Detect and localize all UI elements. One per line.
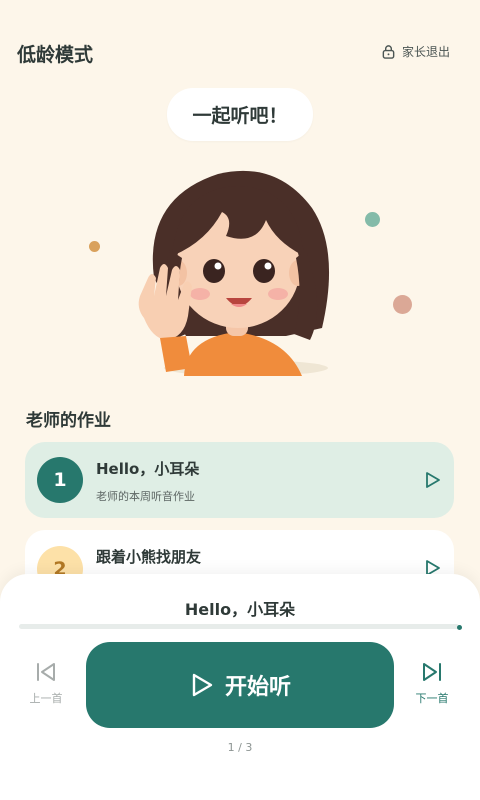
skip-previous-icon bbox=[37, 663, 55, 681]
player-panel: Hello，小耳朵 上一首 开始听 下一首 1 / 3 bbox=[0, 574, 480, 800]
now-playing-title: Hello，小耳朵 bbox=[184, 600, 296, 619]
start-listening-button[interactable]: 开始听 bbox=[86, 642, 394, 728]
decor-dot bbox=[89, 241, 100, 252]
play-icon[interactable] bbox=[425, 471, 441, 489]
parent-exit-label: 家长退出 bbox=[402, 45, 451, 59]
item-number-badge: 1 bbox=[37, 457, 83, 503]
skip-next-icon bbox=[423, 663, 441, 681]
progress-bar[interactable] bbox=[19, 624, 459, 629]
progress-handle[interactable] bbox=[457, 625, 462, 630]
lock-icon bbox=[382, 45, 395, 59]
page-title: 低龄模式 bbox=[17, 44, 94, 66]
next-label: 下一首 bbox=[415, 692, 449, 705]
play-icon bbox=[192, 673, 213, 697]
parent-exit-button[interactable]: 家长退出 bbox=[381, 43, 450, 60]
homework-item[interactable]: 1 Hello，小耳朵 老师的本周听音作业 bbox=[25, 442, 454, 518]
previous-button[interactable]: 上一首 bbox=[21, 660, 71, 706]
child-avatar-illustration bbox=[138, 170, 330, 376]
speech-bubble: 一起听吧！ bbox=[167, 88, 313, 141]
item-title: Hello，小耳朵 bbox=[96, 460, 200, 478]
start-label: 开始听 bbox=[224, 675, 291, 700]
item-subtitle: 老师的本周听音作业 bbox=[96, 490, 195, 503]
previous-label: 上一首 bbox=[29, 692, 63, 705]
item-title: 跟着小熊找朋友 bbox=[96, 548, 202, 566]
section-title-homework: 老师的作业 bbox=[26, 411, 111, 431]
page-indicator: 1 / 3 bbox=[227, 741, 253, 754]
decor-dot bbox=[393, 295, 412, 314]
next-button[interactable]: 下一首 bbox=[407, 660, 457, 706]
decor-dot bbox=[365, 212, 380, 227]
